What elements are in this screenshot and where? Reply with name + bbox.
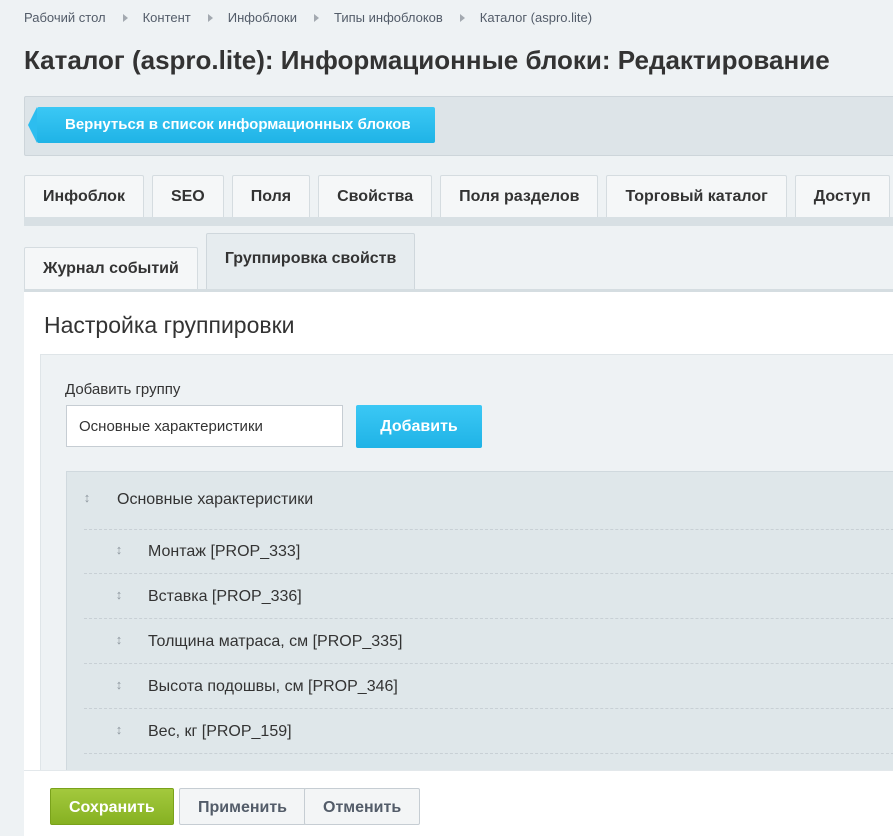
row-divider [84,663,893,664]
back-panel: Вернуться в список информационных блоков [24,96,893,156]
tabs-divider [24,217,893,226]
tab-properties[interactable]: Свойства [318,175,433,217]
content-card: Настройка группировки Добавить группу До… [24,289,893,836]
page-title: Каталог (aspro.lite): Информационные бло… [24,45,830,75]
breadcrumb-item-catalog[interactable]: Каталог (aspro.lite) [480,10,592,25]
add-group-button[interactable]: Добавить [356,405,482,448]
section-title: Настройка группировки [44,312,295,338]
row-divider [84,753,893,754]
drag-handle-icon[interactable]: ↕ [114,542,124,558]
apply-button[interactable]: Применить [179,788,307,825]
row-divider [84,529,893,530]
cancel-button[interactable]: Отменить [304,788,421,825]
property-item: Монтаж [PROP_333] [148,543,301,560]
property-item: Высота подошвы, см [PROP_346] [148,678,398,695]
tab-fields[interactable]: Поля [231,175,311,217]
row-divider [84,708,893,709]
grouping-settings-box: Добавить группу Добавить ↕ Основные хара… [40,354,893,836]
breadcrumb-separator-icon [459,13,465,22]
breadcrumb-item-desktop[interactable]: Рабочий стол [24,10,106,25]
group-name-input[interactable] [66,405,343,447]
breadcrumb-item-content[interactable]: Контент [143,10,191,25]
breadcrumb: Рабочий стол Контент Инфоблоки Типы инфо… [24,10,592,25]
drag-handle-icon[interactable]: ↕ [114,677,124,693]
back-to-list-button[interactable]: Вернуться в список информационных блоков [28,107,435,143]
tab-seo[interactable]: SEO [151,175,224,217]
drag-handle-icon[interactable]: ↕ [114,632,124,648]
tabs-row-1: Инфоблок SEO Поля Свойства Поля разделов… [24,175,893,217]
tab-event-log[interactable]: Журнал событий [24,247,198,289]
property-item: Толщина матраса, см [PROP_335] [148,633,403,650]
breadcrumb-item-infoblock-types[interactable]: Типы инфоблоков [334,10,443,25]
group-title: Основные характеристики [117,491,314,508]
breadcrumb-separator-icon [314,13,319,22]
property-item: Вставка [PROP_336] [148,588,302,605]
tab-section-fields[interactable]: Поля разделов [440,175,599,217]
breadcrumb-separator-icon [122,13,128,22]
tab-infoblock[interactable]: Инфоблок [24,175,144,217]
save-button[interactable]: Сохранить [50,788,174,825]
tab-trade-catalog[interactable]: Торговый каталог [606,175,787,217]
drag-handle-icon[interactable]: ↕ [114,722,124,738]
breadcrumb-separator-icon [207,13,213,22]
drag-handle-icon[interactable]: ↕ [114,587,124,603]
property-item: Вес, кг [PROP_159] [148,723,292,740]
drag-handle-icon[interactable]: ↕ [82,490,92,506]
footer-actions: Сохранить Применить Отменить [24,770,893,836]
row-divider [84,573,893,574]
tab-access[interactable]: Доступ [794,175,890,217]
add-group-label: Добавить группу [65,381,181,398]
tab-property-grouping[interactable]: Группировка свойств [205,233,416,289]
breadcrumb-item-infoblocks[interactable]: Инфоблоки [228,10,297,25]
tabs-row-2: Журнал событий Группировка свойств [24,233,423,289]
row-divider [84,618,893,619]
